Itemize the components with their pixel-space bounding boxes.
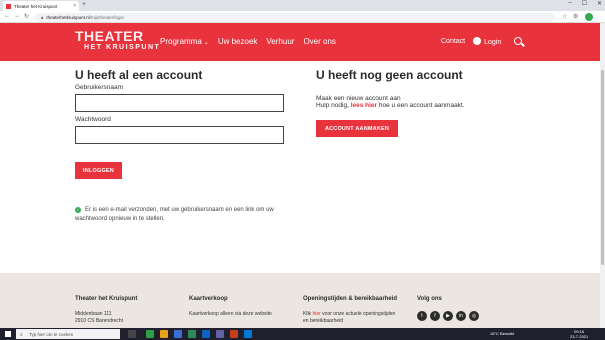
username-input[interactable]: [75, 94, 284, 112]
password-label: Wachtwoord: [75, 116, 111, 123]
nav-item-uw-bezoek[interactable]: Uw bezoek: [218, 37, 258, 46]
minimize-button[interactable]: –: [568, 0, 571, 7]
login-button[interactable]: INLOGGEN: [75, 162, 122, 179]
status-message-text: Er is een e-mail verzonden, met uw gebru…: [75, 207, 274, 222]
check-icon: ✓: [75, 207, 81, 213]
nav-item-programma[interactable]: Programma ⌄: [160, 37, 209, 46]
nav-item-over-ons[interactable]: Over ons: [303, 37, 335, 46]
system-clock[interactable]: 09:16 23-7-2021: [570, 329, 588, 339]
instagram-icon[interactable]: ◎: [469, 311, 479, 321]
nav-item-verhuur[interactable]: Verhuur: [266, 37, 294, 46]
contact-link[interactable]: Contact: [441, 38, 465, 45]
footer-col-social: Volg ons t f ▶ in ◎: [417, 296, 479, 321]
app-icon[interactable]: [244, 330, 252, 338]
chevron-down-icon: ⌄: [203, 40, 209, 46]
extensions-icon[interactable]: ⚙: [573, 13, 578, 20]
scrollbar-thumb[interactable]: [601, 70, 604, 265]
url-path: /mijntheater/login: [89, 14, 124, 20]
chrome-app-icon[interactable]: [146, 330, 154, 338]
taskbar-search[interactable]: ⌕ Typ hier om te zoeken: [16, 329, 120, 339]
weather-status[interactable]: 16°C Bewolkt: [490, 331, 514, 336]
reload-icon[interactable]: ↻: [24, 13, 29, 20]
login-link[interactable]: Login: [473, 37, 501, 46]
excel-app-icon[interactable]: [188, 330, 196, 338]
main-nav: Programma ⌄ Uw bezoek Verhuur Over ons: [160, 37, 336, 46]
windows-start-icon[interactable]: [5, 331, 11, 337]
footer-col-hours: Openingstijden & bereikbaarheid Klik hie…: [303, 296, 398, 324]
back-arrow-icon[interactable]: ←: [4, 13, 10, 19]
footer-title-address: Theater het Kruispunt: [75, 296, 138, 302]
word-app-icon[interactable]: [174, 330, 182, 338]
file-explorer-icon[interactable]: [160, 330, 168, 338]
register-line1: Maak een nieuw account aan: [316, 95, 401, 102]
url-domain: theaterhetkruispunt.nl: [46, 14, 90, 20]
username-label: Gebruikersnaam: [75, 84, 124, 91]
login-title: U heeft al een account: [75, 68, 203, 82]
profile-avatar[interactable]: [585, 13, 593, 21]
help-link[interactable]: lees hier: [351, 102, 377, 109]
facebook-icon[interactable]: f: [430, 311, 440, 321]
favicon-icon: [6, 3, 11, 9]
browser-tabbar: Theater het Kruispunt × + – ☐ ✕: [0, 0, 605, 11]
logo-theater[interactable]: THEATER: [75, 28, 144, 44]
os-taskbar: ⌕ Typ hier om te zoeken 16°C Bewolkt 09:…: [0, 328, 605, 340]
screen: Theater het Kruispunt × + – ☐ ✕ ← → ↻ 🔒︎…: [0, 0, 605, 340]
window-controls: – ☐ ✕: [568, 0, 602, 7]
lock-icon: 🔒︎: [41, 14, 44, 20]
task-view-icon[interactable]: [128, 330, 136, 338]
linkedin-icon[interactable]: in: [456, 311, 466, 321]
footer-title-hours: Openingstijden & bereikbaarheid: [303, 296, 398, 302]
browser-tab[interactable]: Theater het Kruispunt ×: [3, 1, 79, 11]
bookmark-star-icon[interactable]: ☆: [562, 13, 567, 20]
new-tab-button[interactable]: +: [82, 1, 86, 8]
search-icon[interactable]: [514, 37, 522, 45]
teams-app-icon[interactable]: [216, 330, 224, 338]
register-text: Maak een nieuw account aan Hulp nodig, l…: [316, 95, 465, 109]
outlook-app-icon[interactable]: [202, 330, 210, 338]
footer-col-address: Theater het Kruispunt Middenbaan 111 291…: [75, 296, 138, 324]
browser-toolbar: ← → ↻ 🔒︎ theaterhetkruispunt.nl/mijntheat…: [0, 11, 605, 23]
site-header: THEATER HET KRUISPUNT Programma ⌄ Uw bezo…: [0, 23, 600, 61]
status-message: ✓ Er is een e-mail verzonden, met uw gebr…: [75, 206, 300, 224]
close-window-button[interactable]: ✕: [597, 0, 602, 7]
taskbar-search-icon: ⌕: [20, 331, 23, 338]
hours-link[interactable]: hier: [312, 311, 320, 317]
address-bar[interactable]: 🔒︎ theaterhetkruispunt.nl/mijntheater/log…: [35, 12, 555, 22]
powerpoint-app-icon[interactable]: [230, 330, 238, 338]
tab-title: Theater het Kruispunt: [14, 3, 58, 9]
maximize-button[interactable]: ☐: [582, 0, 587, 7]
register-title: U heeft nog geen account: [316, 68, 463, 82]
twitter-icon[interactable]: t: [417, 311, 427, 321]
tab-close-icon[interactable]: ×: [73, 3, 76, 9]
user-icon: [473, 37, 482, 45]
footer-col-tickets: Kaartverkoop Kaartverkoop alleen via dez…: [189, 296, 272, 317]
create-account-button[interactable]: ACCOUNT AANMAKEN: [316, 120, 398, 137]
logo-kruispunt[interactable]: HET KRUISPUNT: [84, 44, 160, 51]
footer-title-tickets: Kaartverkoop: [189, 296, 228, 302]
forward-arrow-icon[interactable]: →: [14, 13, 20, 19]
footer-title-social: Volg ons: [417, 296, 442, 302]
utility-nav: Contact Login: [441, 37, 501, 46]
password-input[interactable]: [75, 126, 284, 144]
youtube-icon[interactable]: ▶: [443, 311, 453, 321]
